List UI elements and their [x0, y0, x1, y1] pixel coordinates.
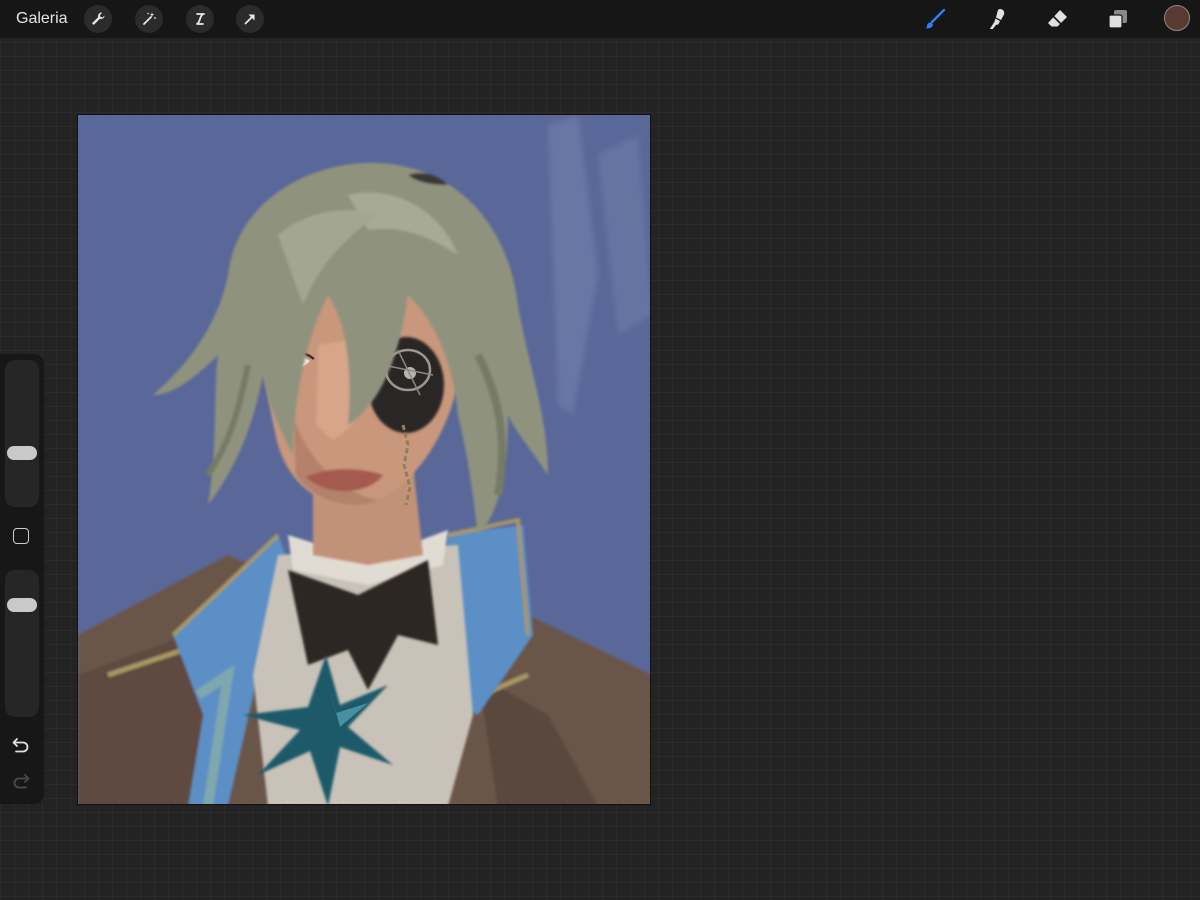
transform-arrow-icon [244, 14, 255, 25]
actions-button[interactable] [84, 5, 112, 33]
selection-button[interactable] [186, 5, 214, 33]
gallery-button[interactable]: Galeria [16, 10, 68, 28]
left-sidebar [0, 354, 44, 804]
portrait-artwork [78, 115, 650, 804]
drawing-canvas[interactable] [77, 114, 651, 805]
eraser-tool-button[interactable] [1043, 5, 1071, 33]
opacity-handle[interactable] [7, 597, 37, 612]
redo-icon [13, 774, 30, 789]
brush-tool-button[interactable] [921, 5, 949, 33]
modify-button[interactable] [13, 528, 29, 544]
magic-wand-icon [143, 12, 156, 25]
layers-icon [1108, 10, 1127, 29]
brush-stroke [930, 8, 946, 24]
brush-size-handle[interactable] [7, 445, 37, 460]
transform-button[interactable] [236, 5, 264, 33]
undo-icon [12, 738, 29, 753]
top-toolbar: Galeria [0, 0, 1200, 38]
layers-button[interactable] [1104, 5, 1132, 33]
eraser-icon [1048, 10, 1067, 27]
brush-size-slider[interactable] [5, 360, 39, 507]
selection-icon [196, 13, 205, 25]
color-picker-button[interactable] [1164, 5, 1190, 31]
undo-button[interactable] [10, 734, 32, 756]
brush-tip [925, 22, 933, 29]
brush-icon [925, 8, 946, 29]
wrench-icon [92, 12, 105, 25]
redo-button[interactable] [10, 770, 32, 792]
smudge-tool-button[interactable] [982, 5, 1010, 33]
opacity-slider[interactable] [5, 570, 39, 717]
smudge-icon [989, 9, 1005, 29]
adjustments-button[interactable] [135, 5, 163, 33]
